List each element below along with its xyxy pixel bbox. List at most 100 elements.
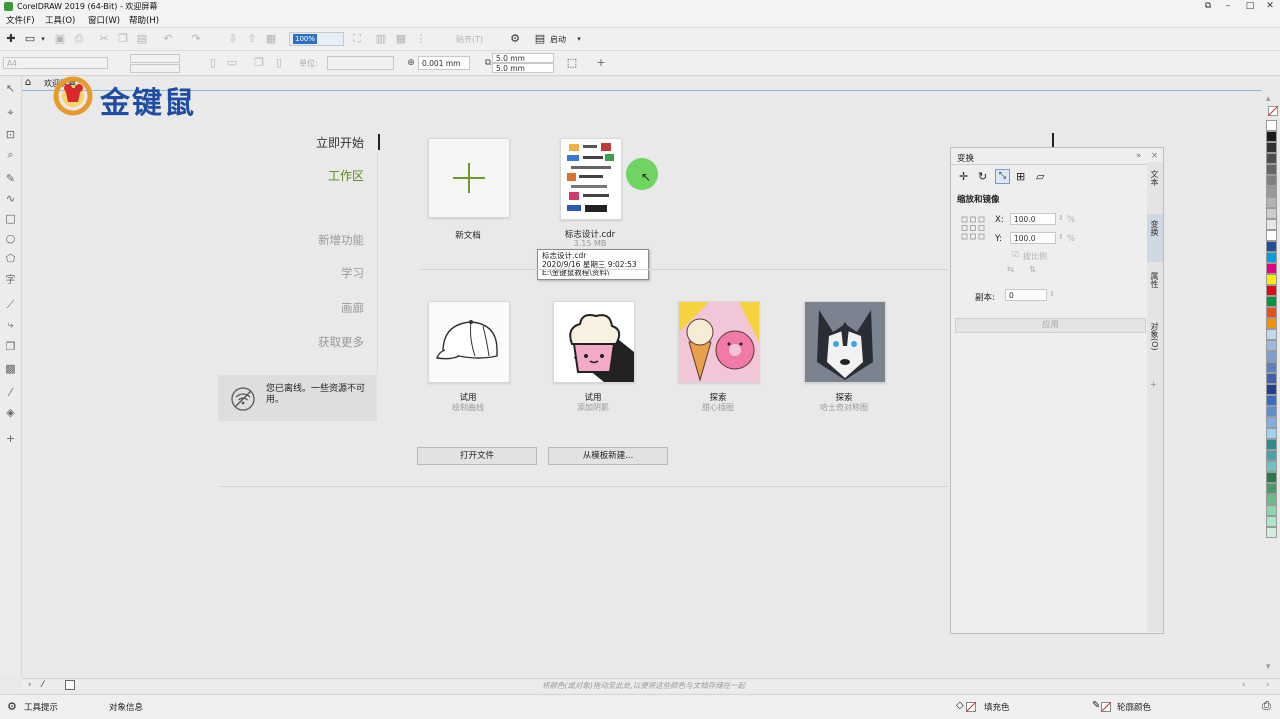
side-tab-properties[interactable]: 属性 [1150,272,1160,288]
maximize-button[interactable]: □ [1240,0,1260,13]
anchor-grid[interactable] [961,216,985,240]
ellipse-tool-icon[interactable]: ○ [4,232,17,245]
palette-swatch[interactable] [1266,373,1277,384]
palette-swatch[interactable] [1266,329,1277,340]
transform-position-icon[interactable]: ✛ [959,170,968,183]
palette-scroll-left-icon[interactable]: › [28,680,31,690]
close-button[interactable]: ✕ [1260,0,1280,13]
palette-swatch[interactable] [1266,395,1277,406]
zoom-tool-icon[interactable]: ⌕ [4,148,17,161]
palette-swatch[interactable] [1266,318,1277,329]
palette-arrow-down-icon[interactable]: ▾ [1266,662,1271,672]
side-tab-add-icon[interactable]: + [1150,380,1160,389]
outline-swatch[interactable] [1101,702,1111,712]
interactive-fill-icon[interactable]: ◈ [4,406,17,419]
add-tool-icon[interactable]: + [4,432,17,445]
docker-close-icon[interactable]: × [1151,151,1158,161]
palette-swatch[interactable] [1266,274,1277,285]
palette-swatch[interactable] [1266,450,1277,461]
palette-swatch[interactable] [1266,296,1277,307]
transform-size-icon[interactable]: ⊞ [1016,170,1025,183]
duplicate-y-field[interactable]: 5.0 mm [492,63,554,73]
palette-swatch[interactable] [1266,230,1277,241]
restore-panes-button[interactable]: ⧉ [1198,0,1218,13]
palette-swatch[interactable] [1266,208,1277,219]
palette-swatch[interactable] [1266,340,1277,351]
nav-gallery[interactable]: 画廊 [341,300,364,316]
fill-swatch[interactable] [966,702,976,712]
palette-swatch[interactable] [1266,186,1277,197]
nav-get-more[interactable]: 获取更多 [318,334,364,350]
doc-palette-menu-icon[interactable]: › [1266,680,1269,690]
palette-swatch[interactable] [1266,516,1277,527]
open-folder-icon[interactable]: ▭ [24,33,36,45]
palette-swatch[interactable] [1266,252,1277,263]
side-tab-transform[interactable]: 变换 [1150,220,1160,236]
no-color-swatch[interactable] [1268,106,1278,116]
docker-expand-icon[interactable]: » [1136,151,1141,161]
pick-tool-icon[interactable]: ↖ [4,82,17,95]
palette-swatch[interactable] [1266,307,1277,318]
drop-shadow-icon[interactable]: ❒ [4,340,17,353]
menu-help[interactable]: 帮助(H) [129,14,159,26]
menu-tools[interactable]: 工具(O) [45,14,75,26]
palette-swatch[interactable] [1266,362,1277,373]
palette-swatch[interactable] [1266,384,1277,395]
launch-dropdown-icon[interactable]: ▾ [573,33,585,45]
palette-swatch[interactable] [1266,142,1277,153]
palette-swatch[interactable] [1266,197,1277,208]
treat-as-filled-icon[interactable]: ⬚ [566,57,578,69]
nav-get-started[interactable]: 立即开始 [316,134,364,151]
template-card-4[interactable] [804,301,886,383]
spin-copies-icon[interactable]: ⇕ [1049,290,1055,298]
nav-whats-new[interactable]: 新增功能 [318,232,364,248]
artistic-media-icon[interactable]: ∿ [4,192,17,205]
zoom-level-combo[interactable]: 100% [289,32,344,46]
palette-swatch[interactable] [1266,219,1277,230]
polygon-tool-icon[interactable]: ⬠ [4,252,17,265]
scale-x-field[interactable]: 100.0 [1010,213,1056,225]
template-card-2[interactable] [553,301,635,383]
palette-swatch[interactable] [1266,483,1277,494]
status-printer-icon[interactable]: ⎙ [1262,699,1271,713]
palette-arrow-up-icon[interactable]: ▴ [1266,94,1271,104]
palette-swatch[interactable] [1266,351,1277,362]
doc-no-color-swatch[interactable] [65,680,75,690]
palette-swatch[interactable] [1266,505,1277,516]
palette-swatch[interactable] [1266,461,1277,472]
duplicate-x-field[interactable]: 5.0 mm [492,53,554,63]
new-document-icon[interactable]: ✚ [5,33,17,45]
launch-menu[interactable]: 启动 [550,34,566,45]
minimize-button[interactable]: – [1218,0,1238,13]
palette-swatch[interactable] [1266,131,1277,142]
palette-swatch[interactable] [1266,263,1277,274]
menu-window[interactable]: 窗口(W) [88,14,120,26]
palette-swatch[interactable] [1266,164,1277,175]
eyedropper-tool-icon[interactable]: ⁄ [4,386,17,399]
launch-app-icon[interactable]: ▤ [534,33,546,45]
template-card-3[interactable] [678,301,760,383]
palette-swatch[interactable] [1266,494,1277,505]
open-dropdown-icon[interactable]: ▾ [37,33,49,45]
transparency-tool-icon[interactable]: ▩ [4,362,17,375]
template-card-1[interactable] [428,301,510,383]
palette-eyedropper-icon[interactable]: ⁄ [42,680,43,690]
nav-learn[interactable]: 学习 [341,265,364,281]
menu-file[interactable]: 文件(F) [6,14,35,26]
palette-swatch[interactable] [1266,153,1277,164]
spin-x-icon[interactable]: ⇕ [1058,214,1064,222]
palette-swatch[interactable] [1266,472,1277,483]
parallel-dimension-icon[interactable]: ⟋ [4,298,17,311]
transform-scale-icon[interactable]: ⤡ [995,169,1010,184]
status-gear-icon[interactable]: ⚙ [7,700,17,713]
palette-swatch[interactable] [1266,120,1277,131]
crop-tool-icon[interactable]: ⊡ [4,128,17,141]
palette-swatch[interactable] [1266,527,1277,538]
recent-file-thumbnail[interactable] [560,138,622,220]
freehand-tool-icon[interactable]: ✎ [4,172,17,185]
palette-swatch[interactable] [1266,417,1277,428]
palette-swatch[interactable] [1266,428,1277,439]
copies-field[interactable]: 0 [1005,289,1047,301]
text-tool-icon[interactable]: 字 [4,274,17,287]
spin-y-icon[interactable]: ⇕ [1058,233,1064,241]
